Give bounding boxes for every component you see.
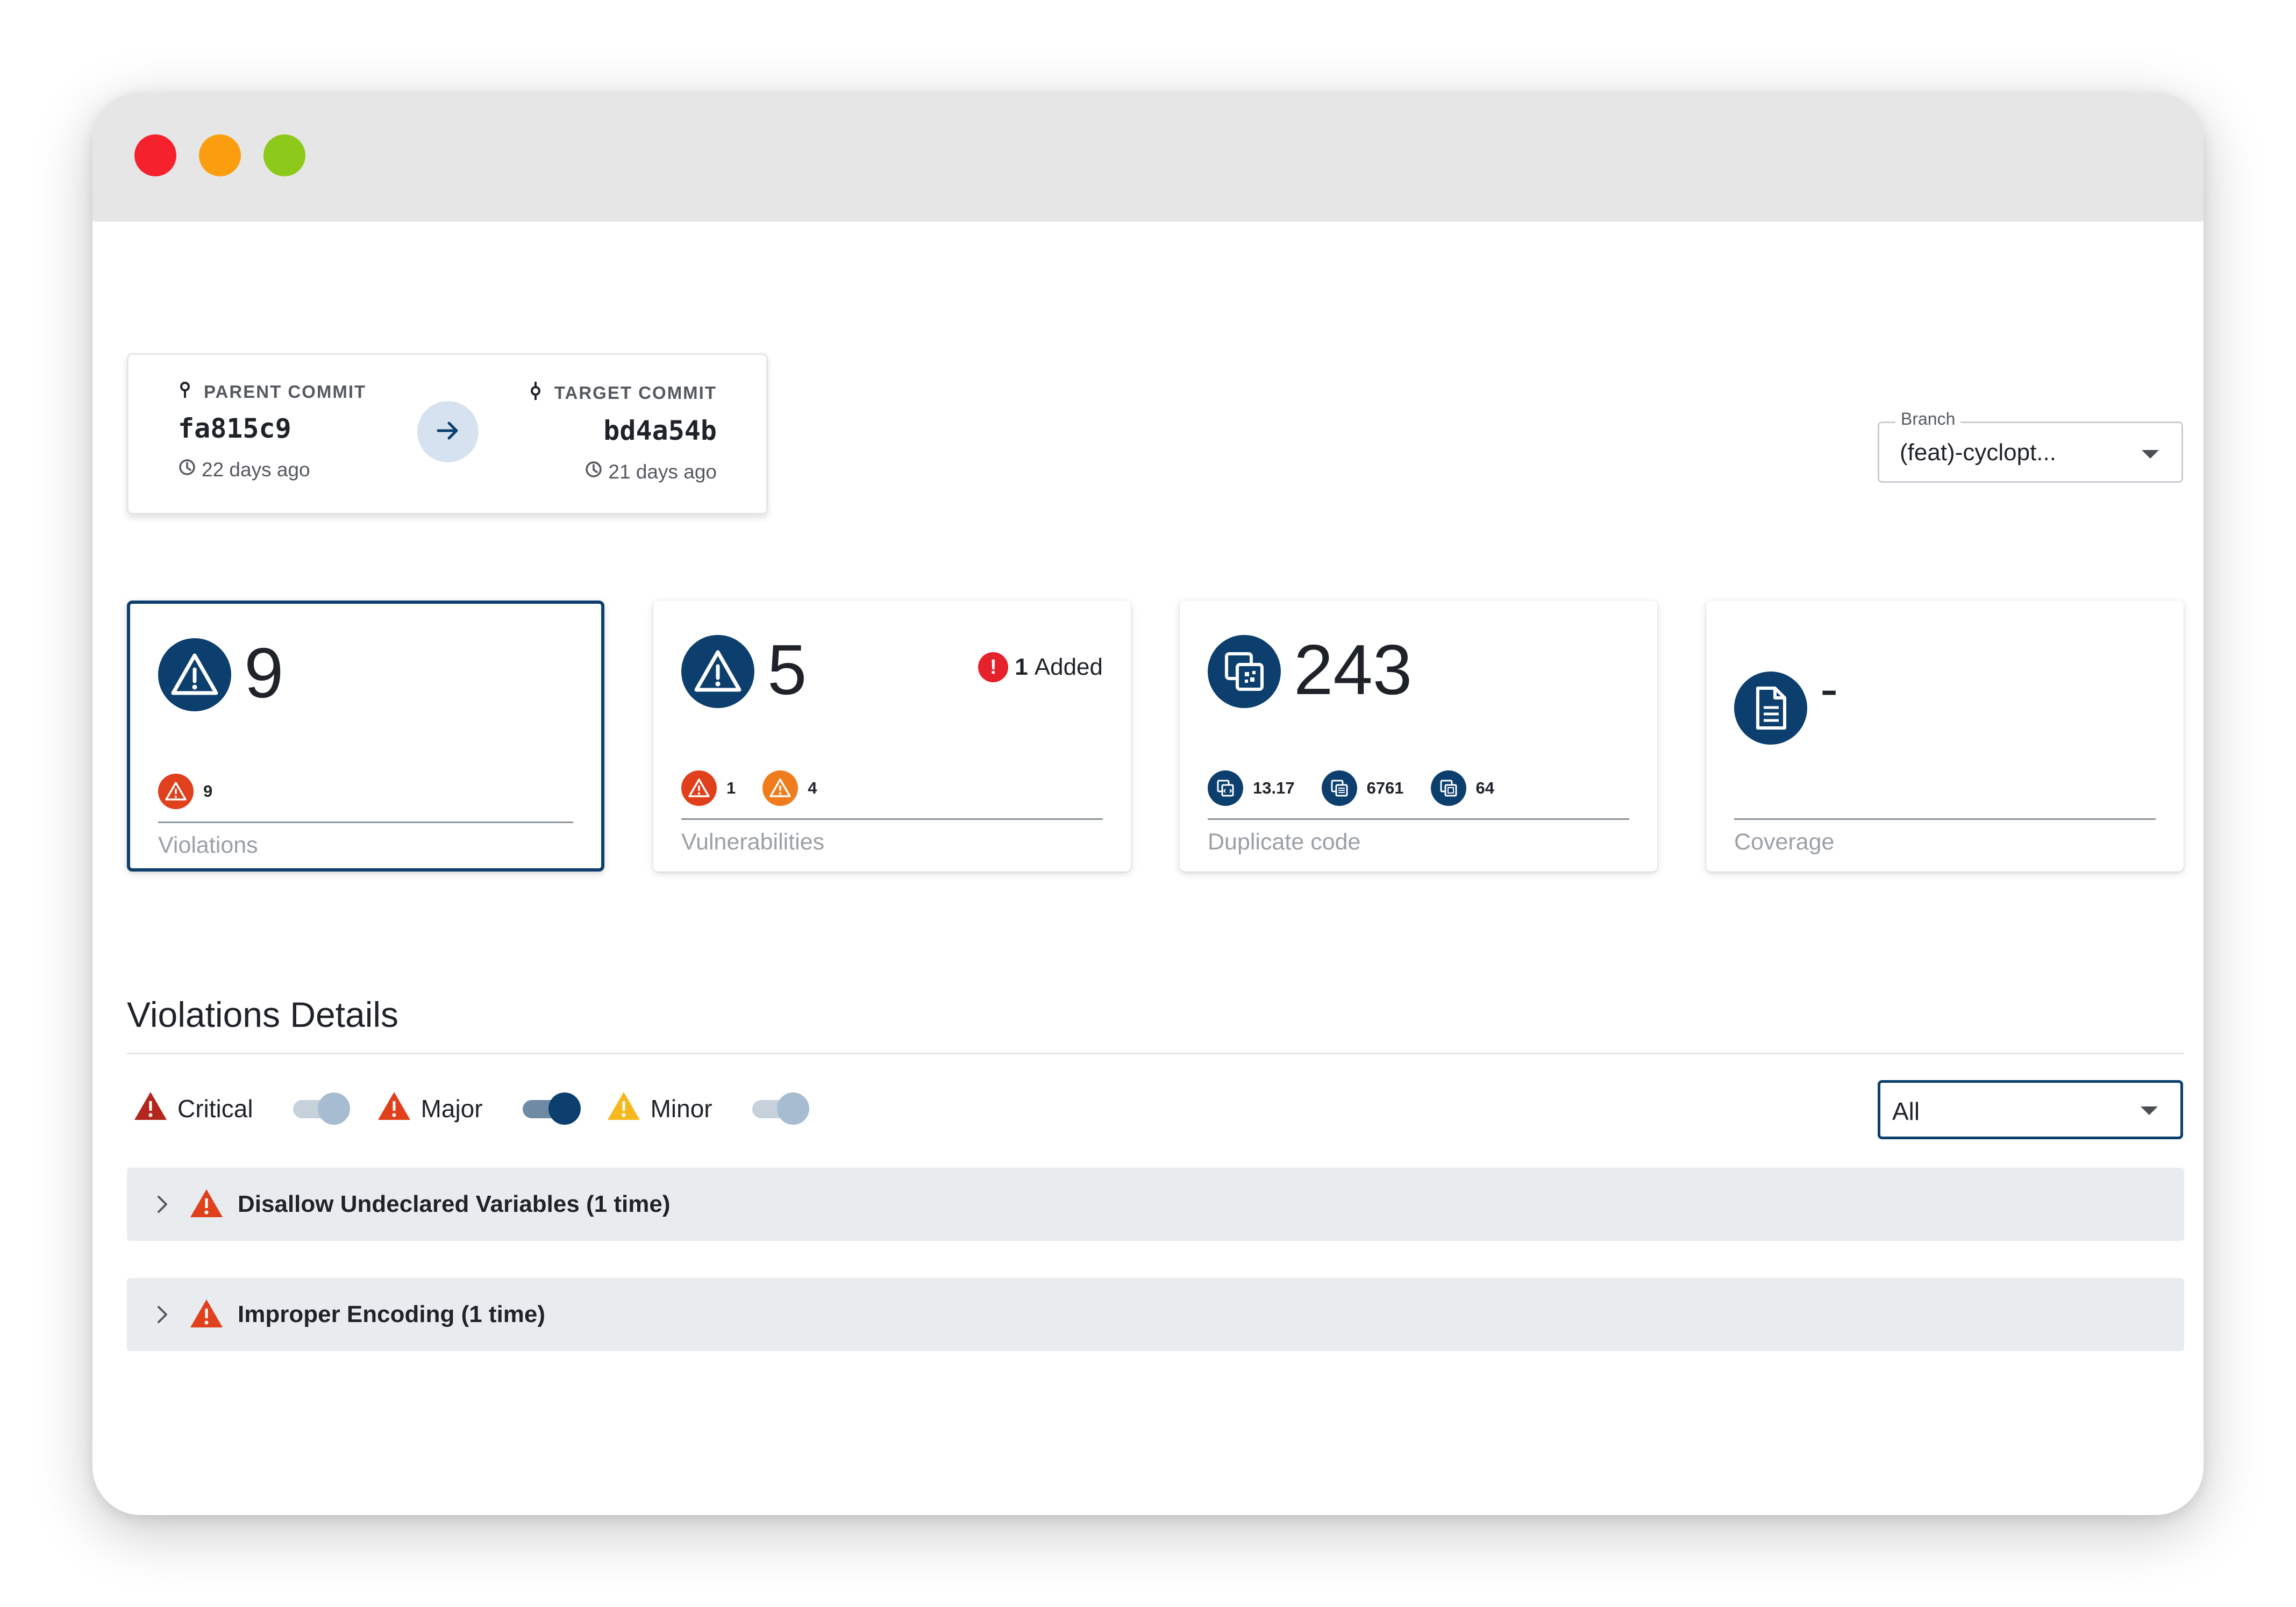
filter-critical: Critical — [133, 1090, 253, 1127]
vulnerabilities-major-count: 4 — [808, 778, 817, 797]
violations-count: 9 — [244, 633, 284, 712]
violations-label: Violations — [158, 832, 258, 858]
warning-icon — [158, 638, 231, 711]
coverage-label: Coverage — [1734, 829, 1835, 855]
vulnerabilities-critical-count: 1 — [726, 778, 736, 797]
dropdown-caret-icon — [2141, 1106, 2158, 1115]
parent-commit-time: 22 days ago — [202, 458, 310, 481]
commit-comparison-card: PARENT COMMIT fa815c9 22 days ago TARGET… — [127, 353, 768, 515]
parent-commit-hash[interactable]: fa815c9 — [178, 413, 366, 444]
added-label: Added — [1034, 654, 1103, 680]
chevron-right-icon[interactable] — [152, 1304, 173, 1325]
filter-minor: Minor — [607, 1090, 712, 1127]
critical-warning-icon — [681, 770, 717, 806]
arrow-right-icon — [434, 417, 462, 447]
app-window: PARENT COMMIT fa815c9 22 days ago TARGET… — [92, 92, 2204, 1515]
duplicate-lines-icon — [1321, 770, 1357, 806]
duplicate-blocks-icon — [1430, 770, 1466, 806]
target-commit: TARGET COMMIT bd4a54b 21 days ago — [529, 382, 717, 483]
document-icon — [1734, 672, 1807, 745]
major-warning-icon — [189, 1298, 224, 1332]
severity-filters: Critical Major Minor — [133, 1083, 836, 1134]
rule-label: Disallow Undeclared Variables (1 time) — [238, 1191, 671, 1217]
critical-toggle[interactable] — [291, 1092, 350, 1125]
critical-warning-icon — [133, 1090, 168, 1127]
target-commit-label: TARGET COMMIT — [554, 383, 717, 403]
section-divider — [127, 1053, 2184, 1054]
parent-commit: PARENT COMMIT fa815c9 22 days ago — [178, 382, 366, 481]
major-warning-icon — [762, 770, 798, 806]
coverage-value: - — [1820, 659, 1838, 719]
severity-select[interactable]: All — [1878, 1080, 2183, 1139]
branch-select-value: (feat)-cyclopt... — [1900, 439, 2056, 466]
coverage-card[interactable]: - Coverage — [1706, 601, 2184, 872]
duplicate-metric-1: 13.17 — [1253, 778, 1295, 797]
filter-major-label: Major — [420, 1095, 483, 1123]
warning-icon — [681, 635, 754, 708]
chevron-right-icon[interactable] — [152, 1194, 173, 1215]
added-badge: ! 1 Added — [978, 652, 1103, 682]
vulnerabilities-label: Vulnerabilities — [681, 829, 825, 855]
commit-node-icon — [529, 382, 543, 404]
divider — [1208, 818, 1629, 820]
divider — [158, 822, 573, 823]
parent-commit-label: PARENT COMMIT — [204, 382, 367, 402]
severity-select-value: All — [1892, 1097, 1920, 1125]
maximize-button[interactable] — [263, 134, 305, 176]
filter-minor-label: Minor — [650, 1095, 712, 1123]
rule-row[interactable]: Disallow Undeclared Variables (1 time) — [127, 1168, 2184, 1241]
title-bar — [92, 92, 2204, 222]
branch-select-label: Branch — [1895, 409, 1961, 429]
rule-row[interactable]: Improper Encoding (1 time) — [127, 1278, 2184, 1351]
duplicate-metric-2: 6761 — [1366, 778, 1404, 797]
added-count: 1 — [1015, 654, 1028, 680]
rule-label: Improper Encoding (1 time) — [238, 1301, 546, 1327]
critical-warning-icon — [158, 774, 194, 809]
duplicate-icon — [1208, 635, 1281, 708]
dropdown-caret-icon — [2142, 450, 2159, 459]
filter-critical-label: Critical — [177, 1095, 253, 1123]
divider — [1734, 818, 2156, 820]
compare-arrow-button[interactable] — [417, 401, 479, 462]
minimize-button[interactable] — [199, 134, 241, 176]
major-toggle[interactable] — [520, 1092, 581, 1125]
major-warning-icon — [377, 1090, 411, 1127]
duplicate-code-count: 243 — [1294, 630, 1413, 709]
section-title: Violations Details — [127, 995, 399, 1034]
violations-critical-count: 9 — [203, 782, 213, 801]
duplicate-metric-3: 64 — [1475, 778, 1495, 797]
filter-major: Major — [377, 1090, 483, 1127]
clock-icon — [178, 458, 196, 481]
close-button[interactable] — [134, 134, 176, 176]
major-warning-icon — [189, 1188, 224, 1222]
vulnerabilities-count: 5 — [767, 630, 807, 709]
vulnerabilities-card[interactable]: 5 ! 1 Added 1 4 Vulnerabilities — [653, 601, 1131, 872]
commit-pin-icon — [178, 382, 192, 402]
clock-icon — [584, 460, 603, 483]
minor-toggle[interactable] — [750, 1092, 809, 1125]
target-commit-hash[interactable]: bd4a54b — [529, 415, 717, 446]
divider — [681, 818, 1103, 820]
duplicate-code-label: Duplicate code — [1208, 829, 1361, 855]
target-commit-time: 21 days ago — [608, 460, 717, 483]
duplicate-code-card[interactable]: 243 13.17 6761 64 Duplicate code — [1180, 601, 1657, 872]
minor-warning-icon — [607, 1090, 641, 1127]
duplicate-code-percent-icon — [1208, 770, 1243, 806]
branch-select[interactable]: Branch (feat)-cyclopt... — [1878, 409, 2183, 483]
violations-card[interactable]: 9 9 Violations — [127, 601, 604, 872]
alert-icon: ! — [978, 652, 1009, 682]
